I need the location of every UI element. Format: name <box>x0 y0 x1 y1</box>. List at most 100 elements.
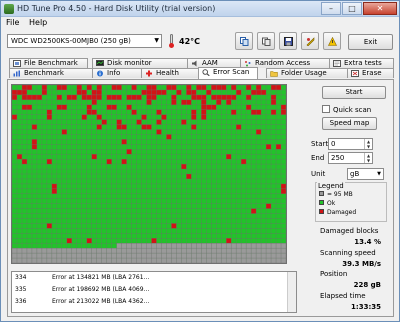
unscanned-block <box>101 258 107 263</box>
damaged-block <box>191 114 197 120</box>
unscanned-block <box>236 248 242 254</box>
damaged-block <box>131 94 137 100</box>
unscanned-block <box>146 248 152 254</box>
unscanned-block <box>221 253 227 259</box>
damaged-block <box>201 85 207 90</box>
damaged-block <box>256 109 262 115</box>
error-scan-icon <box>202 69 210 76</box>
help-button[interactable] <box>323 32 341 50</box>
unscanned-block <box>91 253 97 259</box>
unscanned-block <box>191 258 197 263</box>
unit-select[interactable]: gB ▼ <box>347 168 384 180</box>
unscanned-block <box>156 253 162 259</box>
unscanned-block <box>171 248 177 254</box>
menu-file[interactable]: File <box>6 18 19 27</box>
thermometer-icon <box>169 34 174 48</box>
save-button[interactable] <box>279 32 297 50</box>
drive-select[interactable]: WDC WD2500KS-00MJB0 (250 gB) ▼ <box>7 34 162 48</box>
speed-map-button[interactable]: Speed map <box>322 117 377 130</box>
unscanned-block <box>151 248 157 254</box>
damaged-block <box>146 85 152 90</box>
damaged-block <box>16 89 22 95</box>
damaged-block <box>176 89 182 95</box>
damaged-block <box>226 94 232 100</box>
tab-info[interactable]: Info <box>92 68 142 78</box>
tab-erase[interactable]: Erase <box>347 68 394 78</box>
unscanned-block <box>226 248 232 254</box>
maximize-button[interactable]: □ <box>342 2 362 15</box>
unscanned-block <box>81 248 87 254</box>
close-button[interactable]: ✕ <box>363 2 397 15</box>
elapsed-time-label: Elapsed time <box>320 292 366 300</box>
minimize-button[interactable]: – <box>321 2 341 15</box>
tab-label: Extra tests <box>344 59 382 67</box>
unscanned-block <box>151 243 157 249</box>
start-button[interactable]: Start <box>322 86 386 99</box>
damaged-block <box>126 149 132 155</box>
damaged-block <box>191 89 197 95</box>
unscanned-block <box>71 248 77 254</box>
damaged-block <box>136 119 142 125</box>
exit-button[interactable]: Exit <box>348 34 393 50</box>
start-input[interactable]: 0 ▲ ▼ <box>328 138 373 150</box>
damaged-block <box>41 89 47 95</box>
options-button[interactable] <box>301 32 319 50</box>
damaged-block <box>181 99 187 105</box>
quick-scan-checkbox[interactable] <box>322 105 330 113</box>
unscanned-block <box>56 258 62 263</box>
unscanned-block <box>176 243 182 249</box>
copy-info-icon <box>240 37 249 46</box>
spin-arrows-icon[interactable]: ▲ ▼ <box>364 153 372 163</box>
folder-usage-icon <box>270 71 278 77</box>
damaged-block <box>211 104 217 110</box>
unscanned-block <box>51 253 57 259</box>
unscanned-block <box>16 258 22 263</box>
tab-disk-monitor[interactable]: Disk monitor <box>92 58 189 68</box>
spin-arrows-icon[interactable]: ▲ ▼ <box>364 139 372 149</box>
damaged-block <box>251 208 257 214</box>
tab-health[interactable]: Health <box>141 68 199 78</box>
error-log[interactable]: 334 Error at 134821 MB (LBA 2761... 335 … <box>11 271 297 313</box>
copy-screenshot-button[interactable] <box>257 32 275 50</box>
damaged-block <box>21 89 27 95</box>
tab-benchmark[interactable]: Benchmark <box>9 68 93 78</box>
unscanned-block <box>136 248 142 254</box>
damaged-block <box>266 203 272 209</box>
unscanned-block <box>196 243 202 249</box>
unscanned-block <box>86 248 92 254</box>
damaged-block <box>141 89 147 95</box>
tab-extra-tests[interactable]: Extra tests <box>329 58 394 68</box>
unscanned-block <box>161 248 167 254</box>
menu-help[interactable]: Help <box>29 18 47 27</box>
damaged-block <box>266 144 272 150</box>
end-input[interactable]: 250 ▲ ▼ <box>328 152 373 164</box>
unscanned-block <box>136 258 142 263</box>
damaged-block <box>121 124 127 130</box>
damaged-block <box>96 94 102 100</box>
unscanned-block <box>56 253 62 259</box>
unscanned-block <box>266 258 272 263</box>
copy-info-button[interactable] <box>235 32 253 50</box>
elapsed-time-value: 1:33:35 <box>351 303 381 311</box>
unscanned-block <box>161 243 167 249</box>
unscanned-block <box>221 243 227 249</box>
tab-file-benchmark[interactable]: File Benchmark <box>9 58 88 68</box>
damaged-blocks-value: 13.4 % <box>354 238 381 246</box>
unscanned-block <box>126 243 132 249</box>
tab-folder-usage[interactable]: Folder Usage <box>266 68 348 78</box>
tab-error-scan[interactable]: Error Scan <box>198 67 258 79</box>
unscanned-block <box>116 248 122 254</box>
unscanned-block <box>61 258 67 263</box>
unscanned-block <box>106 258 112 263</box>
legend-title: Legend <box>317 182 345 190</box>
unscanned-block <box>131 248 137 254</box>
damaged-block <box>231 109 237 115</box>
log-scrollbar[interactable] <box>287 272 296 312</box>
unscanned-block <box>131 258 137 263</box>
damaged-block <box>101 119 107 125</box>
unscanned-block <box>211 243 217 249</box>
damaged-block <box>61 129 67 135</box>
damaged-block <box>31 139 37 145</box>
title-bar[interactable]: HD Tune Pro 4.50 - Hard Disk Utility (tr… <box>1 1 399 17</box>
quick-scan-option[interactable]: Quick scan <box>322 105 371 114</box>
